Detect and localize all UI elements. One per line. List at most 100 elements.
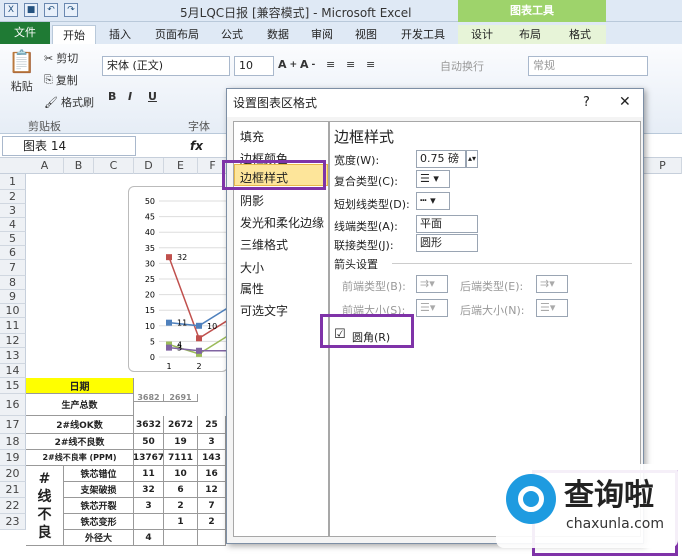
tab-file[interactable]: 文件 xyxy=(0,22,50,44)
table-cell[interactable]: 3682 xyxy=(134,394,164,402)
nav-item-properties[interactable]: 属性 xyxy=(240,280,264,297)
table-cell[interactable]: 25 xyxy=(198,416,226,434)
column-header[interactable]: B xyxy=(64,158,94,174)
row-header[interactable]: 19 xyxy=(0,450,26,466)
line-chart[interactable]: 0510152025303540455012332111043 xyxy=(128,186,232,372)
row-header[interactable]: 6 xyxy=(0,246,26,260)
data-point[interactable] xyxy=(196,347,202,354)
font-name-combo[interactable]: 宋体 (正文) xyxy=(102,56,230,76)
align-top-button[interactable]: ≡ xyxy=(326,58,335,71)
table-cell[interactable]: 3 xyxy=(134,498,164,514)
row-header[interactable]: 2 xyxy=(0,190,26,204)
fx-button[interactable]: fx xyxy=(190,139,203,153)
defect-name-cell[interactable]: 铁芯变形 xyxy=(64,514,134,530)
cap-type-dropdown[interactable]: 平面 xyxy=(416,215,478,233)
column-header[interactable]: A xyxy=(26,158,64,174)
data-point[interactable] xyxy=(166,344,172,351)
save-icon[interactable]: ■ xyxy=(24,3,38,17)
data-point[interactable] xyxy=(196,322,202,329)
wrap-text-button[interactable]: 自动换行 xyxy=(440,58,484,74)
row-header[interactable]: 9 xyxy=(0,290,26,304)
table-cell[interactable]: 3632 xyxy=(134,416,164,434)
nav-item-shadow[interactable]: 阴影 xyxy=(240,192,264,209)
table-cell[interactable]: 2 xyxy=(198,514,226,530)
total-production-label[interactable]: 生产总数 xyxy=(26,394,134,416)
nav-item-fill[interactable]: 填充 xyxy=(240,128,264,145)
row-header[interactable]: 15 xyxy=(0,378,26,394)
underline-button[interactable]: U xyxy=(148,90,157,103)
table-cell[interactable] xyxy=(134,514,164,530)
column-header[interactable]: C xyxy=(94,158,134,174)
redo-icon[interactable]: ↷ xyxy=(64,3,78,17)
row-header[interactable]: 23 xyxy=(0,514,26,530)
data-point[interactable] xyxy=(166,319,172,326)
tab-format[interactable]: 格式 xyxy=(554,25,606,44)
table-cell[interactable]: 2 xyxy=(164,498,198,514)
tab-home[interactable]: 开始 xyxy=(52,25,96,44)
tab-view[interactable]: 视图 xyxy=(346,25,386,44)
nav-item-glow-soft-edges[interactable]: 发光和柔化边缘 xyxy=(240,214,324,231)
row-header[interactable]: 4 xyxy=(0,218,26,232)
row-header[interactable]: 5 xyxy=(0,232,26,246)
table-cell[interactable]: 13767 xyxy=(134,450,164,466)
end-type-dropdown[interactable]: ⇉▾ xyxy=(536,275,568,293)
name-box[interactable]: 图表 14 xyxy=(2,136,136,156)
table-cell[interactable]: 32 xyxy=(134,482,164,498)
defect-name-cell[interactable]: 支架破损 xyxy=(64,482,134,498)
row-header[interactable]: 13 xyxy=(0,348,26,364)
column-header[interactable]: D xyxy=(134,158,164,174)
cut-button[interactable]: ✂ 剪切 xyxy=(44,50,78,66)
defect-rate-label[interactable]: 2#线不良率 (PPM) xyxy=(26,450,134,466)
format-painter-button[interactable]: 🖌 格式刷 xyxy=(44,94,94,110)
table-cell[interactable]: 7 xyxy=(198,498,226,514)
table-cell[interactable]: 16 xyxy=(198,466,226,482)
table-cell[interactable]: 143 xyxy=(198,450,226,466)
begin-type-dropdown[interactable]: ⇉▾ xyxy=(416,275,448,293)
nav-item-alt-text[interactable]: 可选文字 xyxy=(240,302,288,319)
shrink-font-button[interactable]: A- xyxy=(300,58,315,71)
table-cell[interactable] xyxy=(198,530,226,546)
italic-button[interactable]: I xyxy=(128,90,132,103)
copy-button[interactable]: ⎘ 复制 xyxy=(44,72,78,88)
table-cell[interactable]: 7111 xyxy=(164,450,198,466)
align-middle-button[interactable]: ≡ xyxy=(346,58,355,71)
table-cell[interactable]: 6 xyxy=(164,482,198,498)
row-header[interactable]: 11 xyxy=(0,318,26,334)
join-type-dropdown[interactable]: 圆形 xyxy=(416,234,478,252)
table-cell[interactable]: 2691 xyxy=(164,394,198,402)
row-header[interactable]: 3 xyxy=(0,204,26,218)
number-format-combo[interactable]: 常规 xyxy=(528,56,648,76)
tab-design[interactable]: 设计 xyxy=(458,25,506,44)
defect-name-cell[interactable]: 铁芯开裂 xyxy=(64,498,134,514)
tab-page-layout[interactable]: 页面布局 xyxy=(146,25,208,44)
help-button[interactable]: ? xyxy=(583,95,590,110)
date-header-cell[interactable]: 日期 xyxy=(26,378,134,394)
row-header[interactable]: 12 xyxy=(0,334,26,348)
nav-item-size[interactable]: 大小 xyxy=(240,259,264,276)
table-cell[interactable]: 11 xyxy=(134,466,164,482)
row-header[interactable]: 16 xyxy=(0,394,26,416)
data-point[interactable] xyxy=(166,254,172,261)
width-input[interactable]: 0.75 磅 xyxy=(416,150,466,168)
bold-button[interactable]: B xyxy=(108,90,116,103)
row-header[interactable]: 21 xyxy=(0,482,26,498)
nav-item-3d-format[interactable]: 三维格式 xyxy=(240,236,288,253)
tab-layout[interactable]: 布局 xyxy=(506,25,554,44)
row-header[interactable]: 8 xyxy=(0,276,26,290)
column-header[interactable]: P xyxy=(644,158,682,174)
end-size-dropdown[interactable]: ☰▾ xyxy=(536,299,568,317)
defect-name-cell[interactable]: 铁芯错位 xyxy=(64,466,134,482)
compound-type-dropdown[interactable]: ☰ ▾ xyxy=(416,170,450,188)
font-size-combo[interactable]: 10 xyxy=(234,56,274,76)
table-cell[interactable]: 3 xyxy=(198,434,226,450)
ok-count-label[interactable]: 2#线OK数 xyxy=(26,416,134,434)
defect-name-cell[interactable]: 外径大 xyxy=(64,530,134,546)
dash-type-dropdown[interactable]: ┅ ▾ xyxy=(416,192,450,210)
table-cell[interactable]: 4 xyxy=(134,530,164,546)
row-header[interactable]: 7 xyxy=(0,260,26,276)
paste-button[interactable]: 📋 粘贴 xyxy=(8,50,35,94)
row-header[interactable]: 17 xyxy=(0,416,26,434)
table-cell[interactable]: 12 xyxy=(198,482,226,498)
line-defect-side-label[interactable]: # 线 不 良 xyxy=(26,466,64,546)
width-spinner[interactable]: ▴▾ xyxy=(466,150,478,168)
